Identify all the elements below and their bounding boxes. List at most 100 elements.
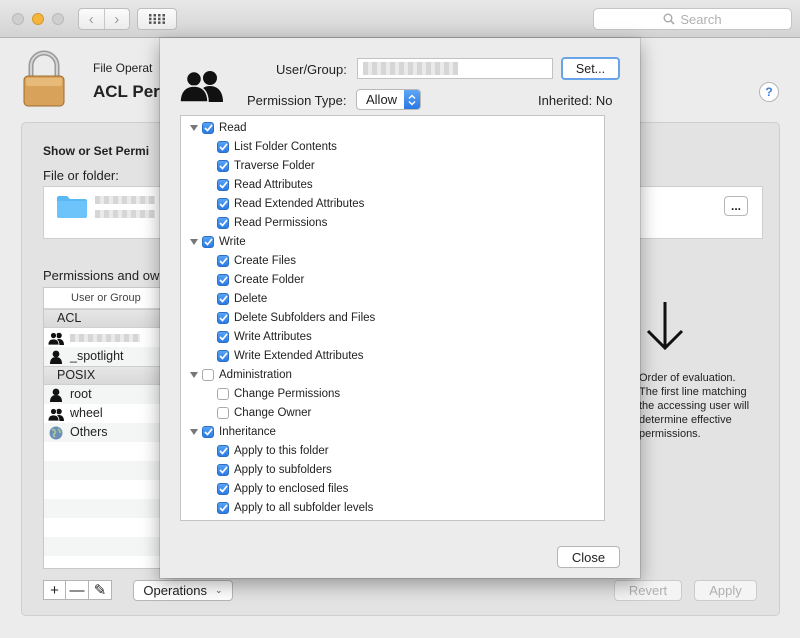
permission-checkbox[interactable] [217, 406, 229, 419]
permission-label: Write Attributes [234, 330, 312, 343]
permission-checkbox[interactable] [217, 292, 229, 305]
permission-checkbox[interactable] [217, 273, 229, 286]
evaluation-note-line: the accessing user will [639, 400, 750, 412]
permission-checkbox[interactable] [217, 444, 229, 457]
permission-item[interactable]: Create Folder [217, 270, 304, 289]
permission-item[interactable]: Read Permissions [217, 213, 327, 232]
permission-item[interactable]: Change Owner [217, 403, 311, 422]
forward-button[interactable]: › [103, 9, 130, 29]
show-all-button[interactable] [137, 8, 177, 30]
grid-icon [149, 14, 165, 24]
permission-item[interactable]: Write Extended Attributes [217, 346, 364, 365]
owners-table-body: ACL _spotlight POSIX root wheel Others [44, 309, 160, 568]
permission-checkbox[interactable] [202, 425, 214, 438]
permission-category[interactable]: Administration [189, 365, 292, 384]
table-row[interactable]: _spotlight [44, 347, 160, 366]
arrow-down-icon [646, 302, 684, 351]
section-heading: Show or Set Permi [43, 144, 150, 158]
remove-entry-button[interactable]: — [66, 580, 89, 600]
disclosure-triangle-icon[interactable] [189, 123, 199, 133]
permissions-list[interactable]: Read List Folder Contents Traverse Folder R… [180, 115, 605, 521]
empty-row [44, 537, 160, 556]
permission-item[interactable]: List Folder Contents [217, 137, 337, 156]
permission-checkbox[interactable] [217, 463, 229, 476]
permission-checkbox[interactable] [202, 235, 214, 248]
permission-item[interactable]: Write Attributes [217, 327, 312, 346]
close-button[interactable]: Close [557, 546, 620, 568]
table-row[interactable]: Others [44, 423, 160, 442]
permission-item[interactable]: Create Files [217, 251, 296, 270]
table-group-header[interactable]: POSIX [44, 366, 160, 385]
table-row[interactable]: wheel [44, 404, 160, 423]
operations-popup[interactable]: Operations ⌄ [133, 580, 233, 601]
stepper-arrows-icon [404, 90, 420, 109]
empty-row [44, 461, 160, 480]
edit-entry-button[interactable]: ✎ [89, 580, 112, 600]
permission-label: Read Extended Attributes [234, 197, 365, 210]
permission-item[interactable]: Apply to this folder [217, 441, 329, 460]
permission-checkbox[interactable] [202, 368, 214, 381]
permission-checkbox[interactable] [217, 159, 229, 172]
redacted-user [363, 62, 458, 75]
permission-item[interactable]: Read Attributes [217, 175, 313, 194]
permission-checkbox[interactable] [217, 216, 229, 229]
column-header-user-or-group[interactable]: User or Group [44, 288, 160, 309]
table-row[interactable]: root [44, 385, 160, 404]
permission-category[interactable]: Write [189, 232, 246, 251]
evaluation-note-line: Order of evaluation. [639, 372, 736, 384]
permission-category[interactable]: Inheritance [189, 422, 276, 441]
permission-checkbox[interactable] [202, 121, 214, 134]
permission-checkbox[interactable] [217, 501, 229, 514]
permission-type-value: Allow [366, 92, 398, 107]
permission-item[interactable]: Read Extended Attributes [217, 194, 364, 213]
permission-checkbox[interactable] [217, 140, 229, 153]
table-edit-buttons: + — ✎ [43, 580, 112, 600]
permission-checkbox[interactable] [217, 387, 229, 400]
permission-checkbox[interactable] [217, 330, 229, 343]
permission-label: Apply to subfolders [234, 463, 332, 476]
permission-item[interactable]: Apply to enclosed files [217, 479, 348, 498]
row-label: _spotlight [70, 349, 124, 363]
owners-table[interactable]: User or Group ACL _spotlight POSIX root whee… [43, 287, 161, 569]
close-window-button[interactable] [12, 13, 24, 25]
permission-label: Change Permissions [234, 387, 341, 400]
permission-type-popup[interactable]: Allow [356, 89, 421, 110]
disclosure-triangle-icon[interactable] [189, 370, 199, 380]
folder-icon [57, 196, 87, 218]
permission-label: Create Files [234, 254, 296, 267]
permission-checkbox[interactable] [217, 254, 229, 267]
permission-item[interactable]: Traverse Folder [217, 156, 315, 175]
back-button[interactable]: ‹ [79, 9, 104, 29]
minimize-window-button[interactable] [32, 13, 44, 25]
permission-item[interactable]: Apply to all subfolder levels [217, 498, 373, 517]
permission-item[interactable]: Delete Subfolders and Files [217, 308, 375, 327]
permission-item[interactable]: Change Permissions [217, 384, 340, 403]
search-field[interactable]: Search [593, 8, 792, 30]
permission-label: Delete [234, 292, 268, 305]
permission-checkbox[interactable] [217, 349, 229, 362]
choose-file-button[interactable]: ... [724, 196, 748, 216]
set-user-button[interactable]: Set... [561, 57, 620, 80]
apply-button[interactable]: Apply [694, 580, 757, 601]
lock-icon[interactable] [22, 50, 66, 108]
permission-checkbox[interactable] [217, 178, 229, 191]
add-entry-button[interactable]: + [43, 580, 66, 600]
evaluation-note-line: The first line matching [639, 386, 747, 398]
table-row[interactable] [44, 328, 160, 347]
permission-item[interactable]: Delete [217, 289, 267, 308]
file-or-folder-label: File or folder: [43, 168, 119, 183]
table-group-header[interactable]: ACL [44, 309, 160, 328]
inherited-status: Inherited: No [538, 93, 612, 108]
revert-button[interactable]: Revert [614, 580, 682, 601]
permission-label: Change Owner [234, 406, 312, 419]
help-button[interactable]: ? [759, 82, 779, 102]
disclosure-triangle-icon[interactable] [189, 427, 199, 437]
permission-item[interactable]: Apply to subfolders [217, 460, 332, 479]
user-group-label: User/Group: [276, 62, 347, 77]
disclosure-triangle-icon[interactable] [189, 237, 199, 247]
zoom-window-button[interactable] [52, 13, 64, 25]
permission-checkbox[interactable] [217, 482, 229, 495]
permission-checkbox[interactable] [217, 197, 229, 210]
permission-checkbox[interactable] [217, 311, 229, 324]
permission-category[interactable]: Read [189, 118, 247, 137]
